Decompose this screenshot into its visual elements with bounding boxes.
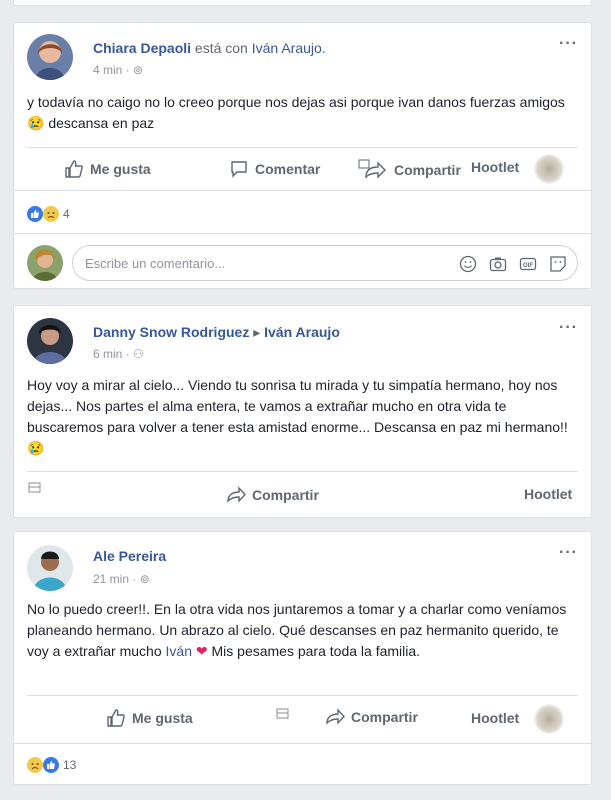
- share-arrow-icon: [326, 708, 345, 725]
- divider: [27, 695, 578, 696]
- comment-button[interactable]: Comentar: [229, 159, 320, 179]
- hootlet-button[interactable]: Hootlet: [471, 159, 519, 175]
- post-header: Ale Pereira: [93, 548, 166, 564]
- sad-reaction-icon: [27, 757, 43, 773]
- post-card: Danny Snow Rodriguez ▸ Iván Araujo 6 min…: [13, 305, 592, 518]
- sad-emoji-icon: 😢: [27, 440, 45, 456]
- ghost-share-icon: [276, 708, 289, 719]
- reactions-summary[interactable]: 4: [27, 206, 70, 222]
- post-card: Ale Pereira 21 min · ⊚ ··· No lo puedo c…: [13, 531, 592, 785]
- arrow-icon: ▸: [253, 324, 261, 340]
- author-name[interactable]: Ale Pereira: [93, 548, 166, 564]
- share-arrow-icon: [227, 486, 246, 503]
- divider: [27, 147, 578, 148]
- tagged-name[interactable]: Iván Araujo.: [252, 40, 326, 56]
- post-meta: 6 min · ⚇: [93, 347, 144, 361]
- more-options-button[interactable]: ···: [559, 319, 578, 337]
- commenter-avatar: [27, 245, 63, 281]
- avatar[interactable]: [27, 545, 73, 591]
- camera-icon[interactable]: [489, 255, 507, 273]
- share-button[interactable]: Compartir: [325, 708, 418, 726]
- mention-link[interactable]: Iván: [166, 643, 192, 659]
- like-button[interactable]: Me gusta: [64, 159, 151, 179]
- timestamp[interactable]: 6 min: [93, 347, 122, 361]
- emoji-icon[interactable]: [459, 255, 477, 273]
- heart-icon: ❤: [195, 643, 208, 659]
- comment-bubble-icon: [231, 161, 247, 178]
- with-text: está con: [194, 40, 248, 56]
- divider: [14, 743, 591, 744]
- author-name[interactable]: Danny Snow Rodriguez: [93, 324, 249, 340]
- author-name[interactable]: Chiara Depaoli: [93, 40, 191, 56]
- post-card: Chiara Depaoli está con Iván Araujo. 4 m…: [13, 22, 592, 289]
- friends-icon: ⚇: [133, 347, 144, 361]
- share-button[interactable]: Compartir: [226, 486, 319, 504]
- timestamp[interactable]: 21 min: [93, 572, 129, 586]
- divider: [14, 233, 591, 234]
- sticker-icon[interactable]: [549, 255, 567, 273]
- reaction-count: 13: [63, 758, 77, 772]
- avatar[interactable]: [27, 318, 73, 364]
- post-header: Chiara Depaoli está con Iván Araujo.: [93, 40, 326, 56]
- comment-input-tools: GIF: [459, 255, 567, 273]
- divider: [27, 471, 578, 472]
- post-text: No lo puedo creer!!. En la otra vida nos…: [27, 601, 567, 659]
- globe-icon: ⊚: [139, 572, 150, 586]
- avatar[interactable]: [27, 34, 73, 80]
- thumbs-up-icon: [65, 160, 83, 178]
- timestamp[interactable]: 4 min: [93, 63, 122, 77]
- share-button[interactable]: Compartir: [358, 159, 461, 181]
- more-options-button[interactable]: ···: [559, 544, 578, 562]
- post-text: y todavía no caigo no lo creeo porque no…: [27, 94, 565, 131]
- post-text: Hoy voy a mirar al cielo... Viendo tu so…: [27, 377, 568, 456]
- target-name[interactable]: Iván Araujo: [264, 324, 340, 340]
- globe-icon: ⊚: [133, 63, 144, 77]
- reactions-summary[interactable]: 13: [27, 757, 76, 773]
- reaction-count: 4: [63, 207, 70, 221]
- hootlet-button[interactable]: Hootlet: [471, 710, 519, 726]
- like-reaction-icon: [43, 757, 59, 773]
- post-meta: 4 min · ⊚: [93, 63, 144, 77]
- sad-emoji-icon: 😢: [27, 115, 45, 131]
- sad-reaction-icon: [43, 206, 59, 222]
- svg-text:GIF: GIF: [523, 263, 533, 269]
- like-reaction-icon: [27, 206, 43, 222]
- more-options-button[interactable]: ···: [559, 35, 578, 53]
- divider: [14, 190, 591, 191]
- blurred-avatar: [534, 704, 564, 734]
- post-meta: 21 min · ⊚: [93, 572, 150, 586]
- thumbs-up-icon: [107, 709, 125, 727]
- ghost-share-icon: [28, 482, 41, 493]
- previous-post-card: [13, 0, 592, 6]
- blurred-avatar: [534, 154, 564, 184]
- like-button[interactable]: Me gusta: [106, 708, 193, 728]
- hootlet-button[interactable]: Hootlet: [524, 486, 572, 502]
- gif-icon[interactable]: GIF: [519, 255, 537, 273]
- share-arrow-icon: [358, 159, 386, 179]
- post-header: Danny Snow Rodriguez ▸ Iván Araujo: [93, 324, 340, 341]
